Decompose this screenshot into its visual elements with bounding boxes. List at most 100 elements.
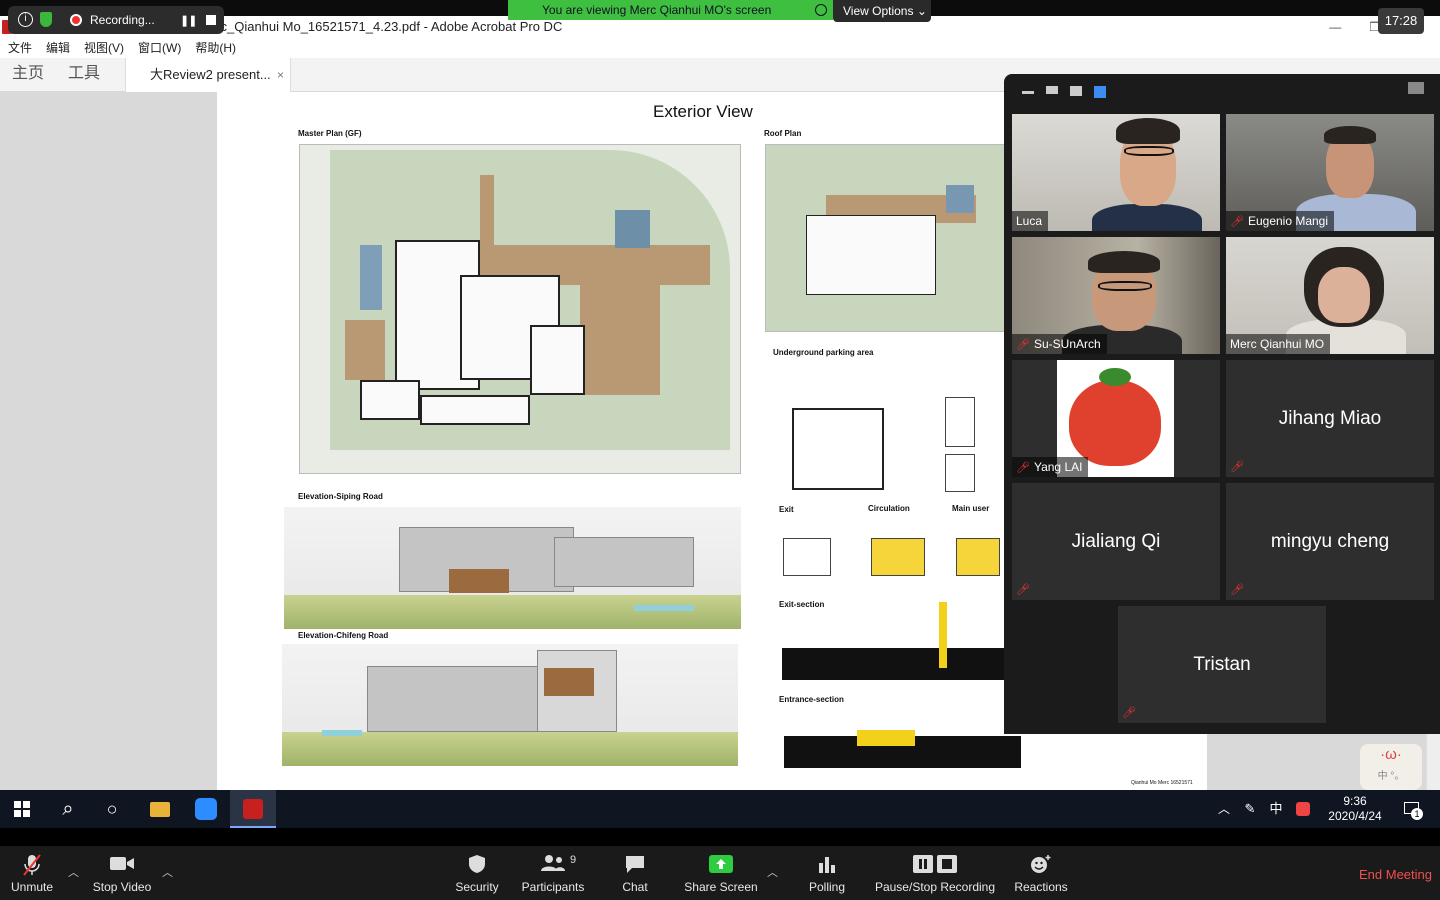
participant-tile[interactable]: Luca bbox=[1012, 114, 1220, 231]
participant-tile[interactable]: 🎤︎ Yang LAI bbox=[1012, 360, 1220, 477]
participant-name: Yang LAI bbox=[1033, 460, 1083, 474]
elevation-siping-image bbox=[284, 507, 741, 629]
window-controls: — ❐ bbox=[1329, 16, 1380, 38]
start-button[interactable] bbox=[0, 790, 44, 828]
emoji-ime-text: 中 °。 bbox=[1377, 771, 1405, 782]
gallery-toolbar bbox=[1004, 74, 1440, 106]
roof-plan-building bbox=[806, 215, 936, 295]
pause-stop-recording-button[interactable]: Pause/Stop Recording bbox=[872, 846, 998, 900]
minimize-video-icon[interactable] bbox=[1022, 91, 1034, 94]
share-screen-icon bbox=[680, 846, 762, 873]
tomato-leaves bbox=[1099, 368, 1131, 386]
participants-button[interactable]: Participants bbox=[518, 846, 588, 900]
file-explorer-icon[interactable] bbox=[138, 790, 182, 828]
participant-name-tag: Merc Qianhui MO bbox=[1226, 334, 1331, 354]
participant-name-tag: Luca bbox=[1012, 211, 1049, 231]
video-shirt bbox=[1092, 204, 1202, 231]
windows-logo-icon bbox=[14, 801, 30, 817]
roof-plan-label: Roof Plan bbox=[764, 129, 802, 138]
record-dot-icon bbox=[70, 14, 82, 26]
stop-video-button[interactable]: Stop Video bbox=[88, 846, 156, 900]
strip-view-icon[interactable] bbox=[1070, 86, 1082, 96]
gallery-view-icon[interactable] bbox=[1094, 86, 1106, 98]
page-title: Exterior View bbox=[653, 102, 753, 121]
main-user-label: Main user bbox=[952, 504, 990, 513]
master-plan-path bbox=[580, 285, 660, 395]
participant-tile[interactable]: Jialiang Qi 🎤︎ bbox=[1012, 483, 1220, 600]
view-options-button[interactable]: View Options ⌄ bbox=[833, 0, 931, 22]
shield-icon bbox=[450, 846, 504, 873]
master-plan-drawing bbox=[299, 144, 741, 474]
sogou-ime-icon[interactable] bbox=[1293, 790, 1313, 828]
stop-video-label: Stop Video bbox=[92, 880, 152, 894]
participants-label: Participants bbox=[521, 880, 585, 894]
roof-plan-drawing bbox=[765, 144, 1007, 332]
share-options-caret[interactable]: ︿ bbox=[767, 864, 778, 880]
share-screen-button[interactable]: Share Screen bbox=[680, 846, 762, 900]
elevation-chifeng-image bbox=[282, 644, 738, 766]
participant-tile-active-speaker[interactable]: Merc Qianhui MO bbox=[1226, 237, 1434, 354]
notification-center-icon[interactable]: 1 bbox=[1396, 790, 1426, 828]
minimize-icon[interactable]: — bbox=[1329, 16, 1341, 38]
participant-name: Eugenio Mangi bbox=[1247, 214, 1329, 228]
acrobat-app-icon[interactable] bbox=[230, 790, 276, 828]
zoom-logo-icon bbox=[195, 798, 217, 820]
view-options-label: View Options bbox=[843, 4, 914, 18]
viewing-screen-banner: You are viewing Merc Qianhui MO's screen bbox=[508, 0, 833, 20]
roof-plan-pool bbox=[946, 185, 974, 213]
video-options-caret[interactable]: ︿ bbox=[162, 864, 173, 880]
taskbar-clock[interactable]: 9:36 2020/4/24 bbox=[1326, 794, 1384, 824]
ime-indicator[interactable]: 中 bbox=[1266, 790, 1286, 828]
end-meeting-button[interactable]: End Meeting bbox=[1359, 867, 1432, 882]
menu-window[interactable]: 窗口(W) bbox=[138, 38, 181, 58]
chat-label: Chat bbox=[622, 880, 648, 894]
exit-section-upper bbox=[837, 600, 997, 648]
master-plan-path bbox=[345, 320, 385, 380]
close-tab-icon[interactable]: × bbox=[277, 58, 284, 92]
elevation-grass bbox=[282, 731, 738, 766]
menu-view[interactable]: 视图(V) bbox=[84, 38, 124, 58]
speaker-view-icon[interactable] bbox=[1046, 86, 1058, 94]
menu-help[interactable]: 帮助(H) bbox=[195, 38, 236, 58]
stop-recording-icon[interactable] bbox=[206, 15, 216, 25]
polling-button[interactable]: Polling bbox=[804, 846, 850, 900]
participant-name-tag: 🎤︎ Eugenio Mangi bbox=[1226, 211, 1335, 231]
info-icon[interactable]: i bbox=[18, 12, 33, 27]
elevation-grass bbox=[284, 594, 741, 629]
unmute-button[interactable]: Unmute bbox=[6, 846, 58, 900]
participant-tile[interactable]: 🎤︎ Su-SUnArch bbox=[1012, 237, 1220, 354]
search-icon[interactable]: ⌕ bbox=[46, 790, 90, 828]
notification-badge: 1 bbox=[1411, 808, 1423, 820]
muted-mic-icon: 🎤︎ bbox=[1016, 462, 1030, 474]
acrobat-logo-icon bbox=[243, 799, 263, 819]
menu-file[interactable]: 文件 bbox=[8, 38, 32, 58]
participant-tile[interactable]: Jihang Miao 🎤︎ bbox=[1226, 360, 1434, 477]
task-view-icon[interactable]: ○ bbox=[90, 790, 134, 828]
banner-status-icon bbox=[815, 4, 827, 16]
muted-mic-icon: 🎤︎ bbox=[1122, 707, 1136, 719]
tab-tools[interactable]: 工具 bbox=[68, 58, 100, 92]
audio-options-caret[interactable]: ︿ bbox=[68, 864, 79, 880]
parking-space-diagram bbox=[945, 397, 975, 447]
chat-button[interactable]: Chat bbox=[612, 846, 658, 900]
polling-label: Polling bbox=[808, 880, 846, 894]
security-button[interactable]: Security bbox=[450, 846, 504, 900]
meeting-clock: 17:28 bbox=[1378, 8, 1424, 34]
exit-section-ground bbox=[782, 648, 1007, 680]
pause-recording-icon[interactable]: ❚❚ bbox=[180, 14, 197, 27]
reactions-button[interactable]: Reactions bbox=[1012, 846, 1070, 900]
menu-edit[interactable]: 编辑 bbox=[46, 38, 70, 58]
tab-document[interactable]: 大Review2 present... × bbox=[125, 58, 291, 92]
participants-count: 9 bbox=[570, 854, 577, 866]
muted-mic-icon: 🎤︎ bbox=[1016, 584, 1030, 596]
tray-expand-icon[interactable]: ︿ bbox=[1214, 790, 1234, 828]
exit-fullscreen-icon[interactable] bbox=[1408, 82, 1424, 94]
participant-tile[interactable]: Tristan 🎤︎ bbox=[1118, 606, 1326, 723]
zoom-app-icon[interactable] bbox=[184, 790, 228, 828]
tab-home[interactable]: 主页 bbox=[12, 58, 44, 92]
exit-label: Exit bbox=[779, 505, 794, 514]
pen-icon[interactable]: ✎ bbox=[1240, 790, 1260, 828]
participant-tile[interactable]: 🎤︎ Eugenio Mangi bbox=[1226, 114, 1434, 231]
participant-tile[interactable]: mingyu cheng 🎤︎ bbox=[1226, 483, 1434, 600]
encryption-shield-icon[interactable] bbox=[40, 12, 52, 27]
